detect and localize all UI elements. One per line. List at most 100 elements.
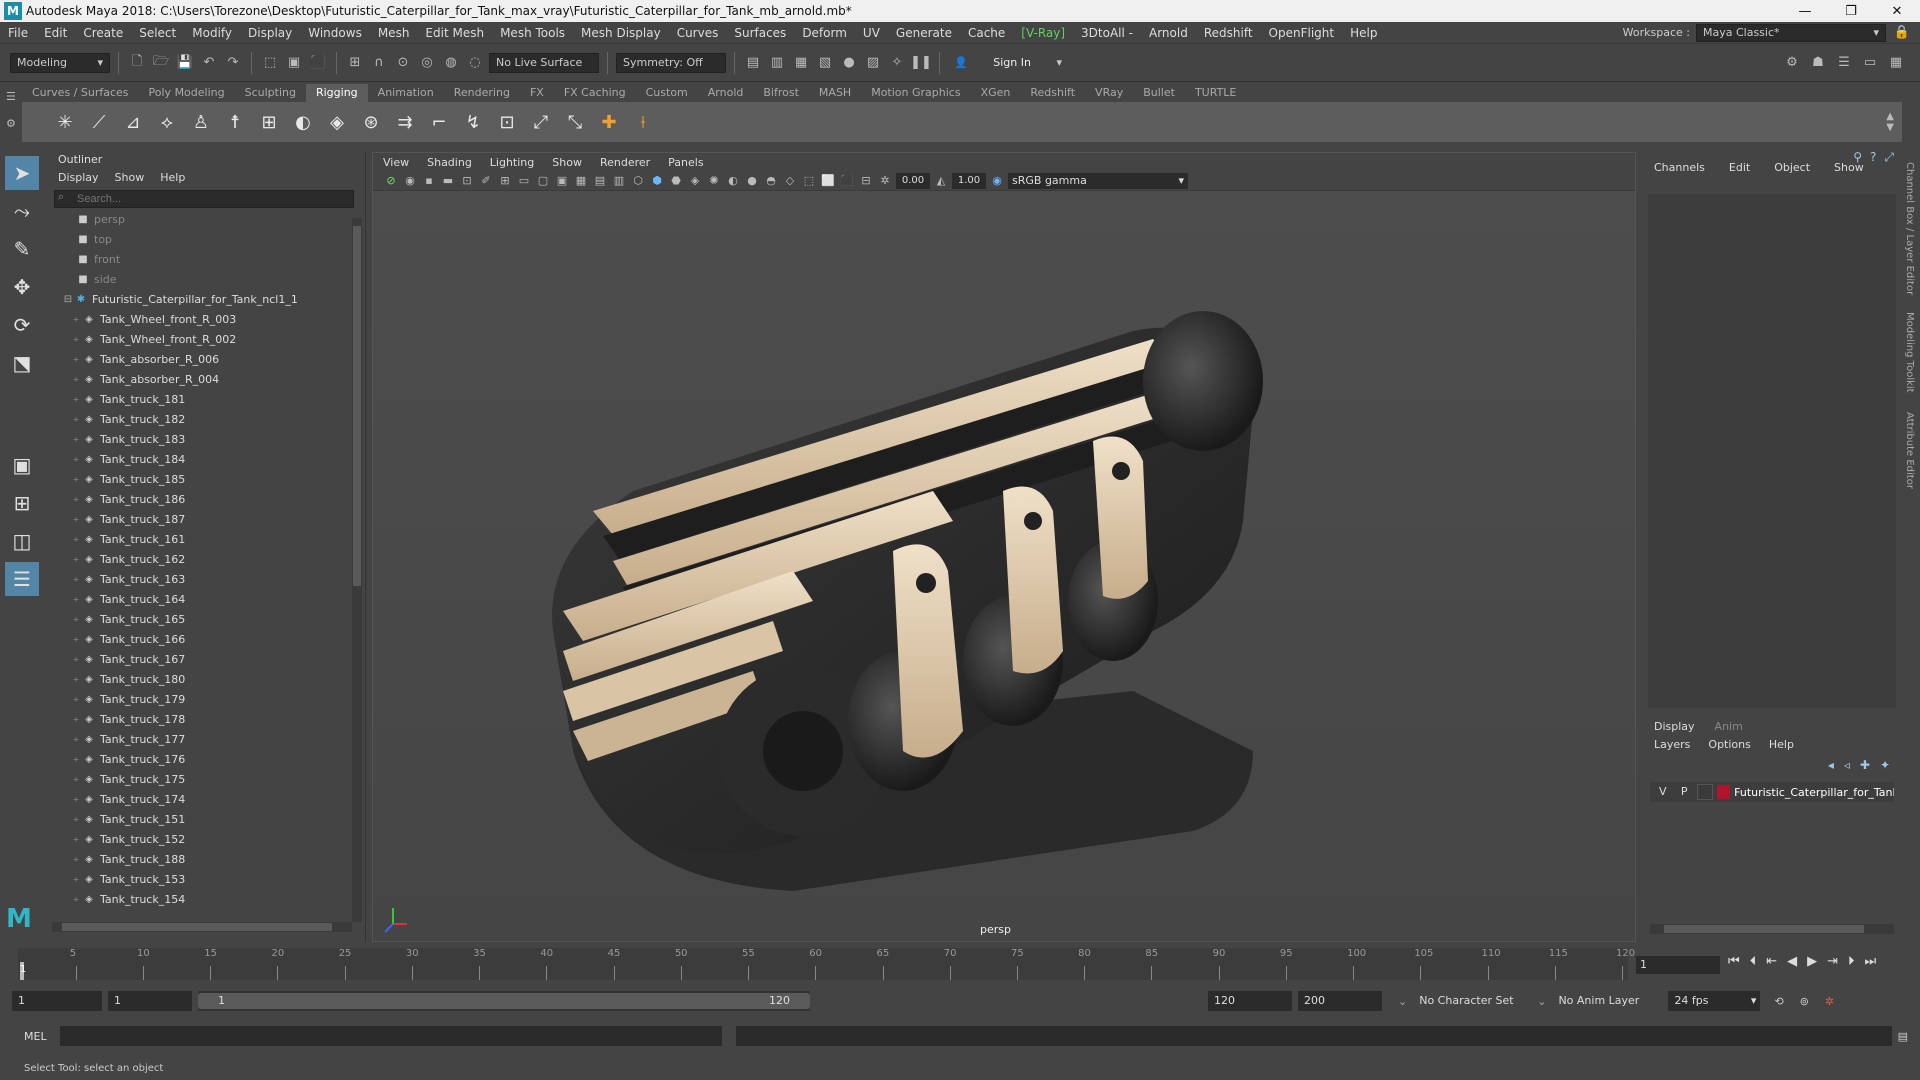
four-view-icon[interactable]: ⊞ [5, 486, 39, 520]
animation-start-field[interactable]: 1 [12, 991, 102, 1011]
xray-icon[interactable]: ⬜ [820, 173, 836, 189]
menu-redshift[interactable]: Redshift [1196, 26, 1261, 40]
viewport-menu-renderer[interactable]: Renderer [600, 156, 650, 169]
shelf-tab-rigging[interactable]: Rigging [305, 84, 368, 102]
scrollbar-thumb[interactable] [62, 923, 332, 931]
step-back-key-icon[interactable]: ⇤ [1766, 954, 1777, 969]
open-scene-icon[interactable]: 🗁 [151, 53, 171, 73]
menu-select[interactable]: Select [131, 26, 184, 40]
layer-playback-toggle[interactable]: P [1675, 784, 1692, 800]
outliner-item[interactable]: + ◈ Tank_truck_186 [48, 490, 348, 510]
outliner-vertical-scrollbar[interactable] [352, 218, 362, 922]
viewport-menu-panels[interactable]: Panels [668, 156, 703, 169]
safe-title-icon[interactable]: ▥ [611, 173, 627, 189]
outliner-menu-show[interactable]: Show [115, 171, 145, 184]
range-bar[interactable] [198, 993, 810, 1009]
outliner-item[interactable]: + ◈ Tank_truck_183 [48, 430, 348, 450]
constraint-pole-icon[interactable]: ⤡ [562, 109, 588, 135]
menu-generate[interactable]: Generate [888, 26, 960, 40]
chevron-down-icon[interactable]: ⌄ [1398, 995, 1407, 1008]
new-layer-selected-icon[interactable]: ✦ [1880, 758, 1890, 772]
layer-horizontal-scrollbar[interactable] [1650, 924, 1894, 934]
modeling-toolkit-icon[interactable]: ⚙ [1782, 53, 1802, 73]
outliner-item[interactable]: + ◈ Tank_truck_167 [48, 650, 348, 670]
resolution-gate-icon[interactable]: ▢ [535, 173, 551, 189]
outliner-item[interactable]: + ◈ Tank_truck_179 [48, 690, 348, 710]
channels-menu[interactable]: Channels [1654, 161, 1705, 174]
menu-modify[interactable]: Modify [184, 26, 240, 40]
lattice-icon[interactable]: ◈ [324, 109, 350, 135]
textured-icon[interactable]: ◈ [687, 173, 703, 189]
menu-curves[interactable]: Curves [669, 26, 727, 40]
outliner-item[interactable]: + ◈ Tank_truck_176 [48, 750, 348, 770]
layer-display-type-toggle[interactable] [1696, 784, 1713, 800]
select-component-icon[interactable]: ⬛ [308, 53, 328, 73]
outliner-item[interactable]: + ◈ Tank_truck_185 [48, 470, 348, 490]
tool-settings-icon[interactable]: ▭ [1860, 53, 1880, 73]
expand-icon[interactable]: + [70, 310, 82, 330]
render-setup-icon[interactable]: ▨ [863, 53, 883, 73]
command-input[interactable] [59, 1026, 722, 1046]
outliner-item[interactable]: + ◈ Tank_truck_153 [48, 870, 348, 890]
menu-uv[interactable]: UV [855, 26, 888, 40]
expand-icon[interactable]: + [70, 350, 82, 370]
constraint-parent-icon[interactable]: ⌐ [426, 109, 452, 135]
expand-icon[interactable]: + [70, 570, 82, 590]
chevron-down-icon[interactable]: ⌄ [1537, 995, 1546, 1008]
expand-icon[interactable]: + [70, 390, 82, 410]
viewport-menu-view[interactable]: View [383, 156, 409, 169]
outliner-item[interactable]: + ◈ Tank_truck_181 [48, 390, 348, 410]
menu-edit-mesh[interactable]: Edit Mesh [417, 26, 492, 40]
scrollbar-thumb[interactable] [353, 226, 361, 586]
lasso-tool-icon[interactable]: ⤳ [5, 194, 39, 228]
menu-3dtoall[interactable]: 3DtoAll - [1073, 26, 1141, 40]
snap-view-icon[interactable]: ◎ [417, 53, 437, 73]
menu-openflight[interactable]: OpenFlight [1261, 26, 1343, 40]
expand-icon[interactable]: + [70, 630, 82, 650]
channel-box-float-icon[interactable]: ⤢ [1884, 150, 1894, 165]
attribute-editor-icon[interactable]: ☰ [1834, 53, 1854, 73]
display-layer-row[interactable]: V P Futuristic_Caterpillar_for_Tank [1650, 782, 1894, 802]
expand-icon[interactable]: + [70, 750, 82, 770]
side-tab-attribute-editor[interactable]: Attribute Editor [1904, 412, 1915, 489]
menu-mesh-tools[interactable]: Mesh Tools [492, 26, 573, 40]
fps-dropdown[interactable]: 24 fps ▾ [1668, 991, 1761, 1011]
outliner-item[interactable]: + ◈ Tank_absorber_R_004 [48, 370, 348, 390]
menu-display[interactable]: Display [240, 26, 300, 40]
outliner-camera-top[interactable]: ■ top [48, 230, 348, 250]
expand-icon[interactable]: + [70, 850, 82, 870]
rotate-tool-icon[interactable]: ⟳ [5, 308, 39, 342]
shelf-tab-vray[interactable]: VRay [1085, 84, 1133, 102]
expand-icon[interactable]: + [70, 710, 82, 730]
outliner-item[interactable]: + ◈ Tank_truck_164 [48, 590, 348, 610]
snap-point-icon[interactable]: ⊙ [393, 53, 413, 73]
menu-mesh[interactable]: Mesh [370, 26, 418, 40]
anti-aliasing-icon[interactable]: ◇ [782, 173, 798, 189]
expand-icon[interactable]: + [70, 450, 82, 470]
move-layer-up-icon[interactable]: ◂ [1828, 758, 1834, 772]
menu-edit[interactable]: Edit [36, 26, 75, 40]
shelf-tab-mash[interactable]: MASH [809, 84, 861, 102]
xray-components-icon[interactable]: ⊟ [858, 173, 874, 189]
expand-icon[interactable]: + [70, 770, 82, 790]
motion-blur-icon[interactable]: ◓ [763, 173, 779, 189]
humanik-icon[interactable]: ♙ [188, 109, 214, 135]
paint-select-tool-icon[interactable]: ✎ [5, 232, 39, 266]
locator-alt-icon[interactable]: ⟊ [630, 109, 656, 135]
playback-end-field[interactable]: 120 [1208, 991, 1292, 1011]
step-back-icon[interactable]: ⏴ [1750, 954, 1757, 969]
gate-mask-icon[interactable]: ▣ [554, 173, 570, 189]
scrollbar-thumb[interactable] [1664, 925, 1864, 933]
cluster-icon[interactable]: ⊛ [358, 109, 384, 135]
expand-icon[interactable]: + [70, 370, 82, 390]
exposure-field[interactable]: 0.00 [896, 172, 930, 189]
script-language-toggle[interactable]: MEL [24, 1030, 54, 1043]
snap-curve-icon[interactable]: ∩ [369, 53, 389, 73]
outliner-item[interactable]: + ◈ Tank_truck_178 [48, 710, 348, 730]
shelf-tab-custom[interactable]: Custom [636, 84, 698, 102]
two-view-icon[interactable]: ◫ [5, 524, 39, 558]
outliner-item[interactable]: + ◈ Tank_Wheel_front_R_002 [48, 330, 348, 350]
outliner-item[interactable]: + ◈ Tank_truck_188 [48, 850, 348, 870]
current-frame-field[interactable]: 1 [1636, 956, 1720, 974]
viewport-menu-shading[interactable]: Shading [427, 156, 472, 169]
